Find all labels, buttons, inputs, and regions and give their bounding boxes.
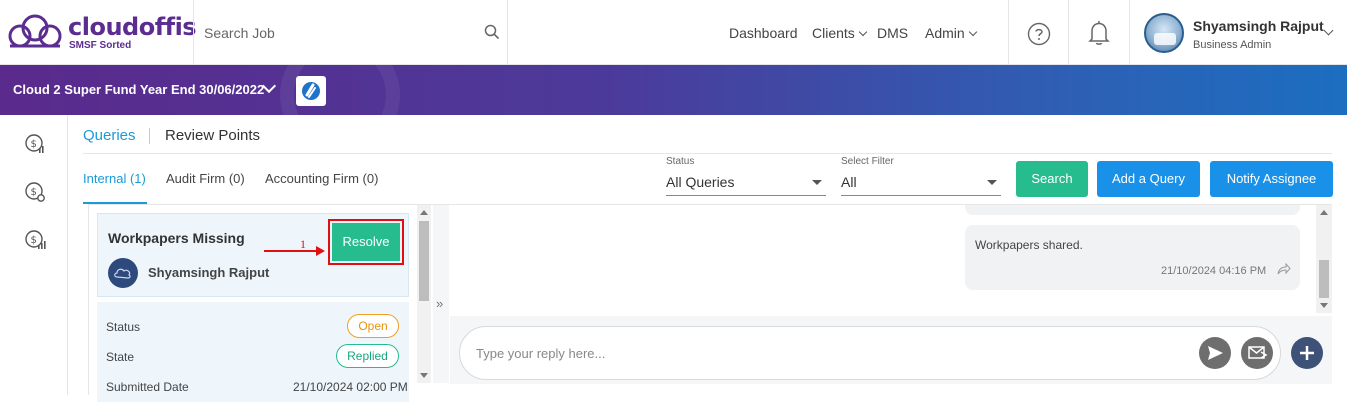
message-text: Workpapers shared. [975,238,1083,252]
nav-dms[interactable]: DMS [877,25,908,41]
svg-text:$: $ [31,187,37,198]
chat-scrollbar[interactable] [1316,205,1332,313]
chevron-down-icon [968,27,977,37]
brand-name: cloudoffis [68,13,197,41]
send-button[interactable] [1199,337,1231,369]
highlight-box: Resolve [328,219,404,265]
submitted-date-label: Submitted Date [106,380,189,394]
top-header: cloudoffis SMSF Sorted Dashboard Clients… [0,0,1347,65]
status-badge: Open [347,314,399,338]
notify-assignee-button[interactable]: Notify Assignee [1210,161,1333,197]
divider [1008,0,1009,65]
subtab-accounting-firm[interactable]: Accounting Firm (0) [265,171,378,186]
svg-text:$: $ [31,139,37,150]
brand-logo[interactable]: cloudoffis SMSF Sorted [6,10,197,54]
query-card[interactable]: Workpapers Missing Resolve Shyamsingh Ra… [97,213,409,297]
scroll-thumb[interactable] [1319,260,1329,298]
caret-down-icon[interactable] [987,180,997,185]
left-scrollbar[interactable] [417,205,431,383]
job-title[interactable]: Cloud 2 Super Fund Year End 30/06/2022 [13,82,264,97]
state-badge: Replied [336,344,399,368]
select-filter-select[interactable]: All [841,174,857,190]
cloud-logo-icon [8,14,62,48]
help-icon[interactable] [1027,22,1051,46]
send-icon [1208,346,1223,360]
select-filter-label: Select Filter [841,156,894,167]
status-filter-label: Status [666,156,695,167]
scroll-down-icon[interactable] [1320,303,1328,308]
job-banner: Cloud 2 Super Fund Year End 30/06/2022 [0,65,1347,115]
nav-dashboard[interactable]: Dashboard [729,25,798,41]
scroll-up-icon[interactable] [1320,210,1328,215]
search-button[interactable]: Search [1016,161,1088,197]
select-underline [841,195,1001,196]
plus-icon [1300,346,1314,360]
status-label: Status [106,320,141,334]
avatar [108,258,138,288]
divider [1129,0,1130,65]
user-name[interactable]: Shyamsingh Rajput [1193,18,1324,34]
email-reply-button[interactable] [1241,337,1273,369]
fund-logo[interactable] [296,76,326,106]
scroll-down-icon[interactable] [420,373,428,378]
chevron-down-icon[interactable] [1323,25,1334,36]
panel-toggle-column [433,205,449,383]
caret-down-icon[interactable] [812,180,822,185]
bell-icon[interactable] [1088,20,1110,46]
mail-send-icon [1248,346,1268,359]
query-title: Workpapers Missing [108,230,245,246]
financial-report-icon[interactable]: $ [24,133,46,155]
subtab-audit-firm[interactable]: Audit Firm (0) [166,171,245,186]
reply-icon[interactable] [1277,263,1291,275]
scroll-thumb[interactable] [419,221,429,301]
divider [83,153,1332,154]
message-timestamp: 21/10/2024 04:16 PM [1161,265,1267,277]
tab-review-points[interactable]: Review Points [165,127,260,144]
divider [149,128,150,144]
add-query-button[interactable]: Add a Query [1097,161,1200,197]
state-label: State [106,350,135,364]
scroll-up-icon[interactable] [420,210,428,215]
select-underline [666,195,826,196]
query-user-name: Shyamsingh Rajput [148,265,270,280]
submitted-date-value: 21/10/2024 02:00 PM [293,380,408,394]
job-search [194,0,507,65]
message-bubble: Workpapers shared. 21/10/2024 04:16 PM [965,225,1300,290]
query-details: Status Open State Replied Submitted Date… [97,302,409,402]
nav-admin[interactable]: Admin [925,25,977,41]
search-input[interactable] [204,22,464,44]
status-filter-select[interactable]: All Queries [666,174,734,190]
add-attachment-button[interactable] [1291,337,1323,369]
divider [507,0,508,65]
financial-settings-icon[interactable]: $ [24,181,46,203]
user-role: Business Admin [1193,39,1272,51]
message-bubble-previous [965,205,1300,215]
resolve-button[interactable]: Resolve [332,223,400,261]
search-icon[interactable] [484,24,500,40]
fund-logo-icon [302,82,320,100]
annotation-arrow-icon [264,246,325,256]
tab-queries[interactable]: Queries [83,127,136,144]
chevron-down-icon [858,27,868,37]
side-rail: $ $ $ [0,115,68,395]
nav-clients[interactable]: Clients [812,25,868,41]
expand-panel-icon[interactable]: » [436,296,443,311]
svg-text:$: $ [31,235,37,246]
nav-admin-label: Admin [925,25,965,41]
divider [1068,0,1069,65]
subtab-internal[interactable]: Internal (1) [83,171,146,186]
user-avatar[interactable] [1144,13,1184,53]
nav-clients-label: Clients [812,25,855,41]
brand-tagline: SMSF Sorted [69,40,132,51]
cloud-avatar-icon [114,268,131,279]
reply-input[interactable] [459,326,1281,380]
financial-chart-icon[interactable]: $ [24,229,46,251]
query-list-panel: Workpapers Missing Resolve Shyamsingh Ra… [88,205,433,402]
